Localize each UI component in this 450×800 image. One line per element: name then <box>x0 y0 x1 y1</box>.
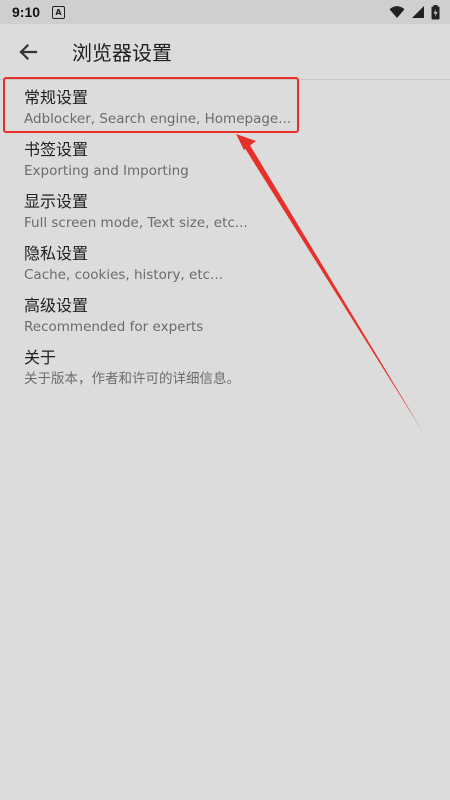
status-icons <box>389 4 440 20</box>
app-bar: 浏览器设置 <box>0 24 450 80</box>
settings-list: 常规设置 Adblocker, Search engine, Homepage.… <box>0 80 450 392</box>
notification-icon: A <box>52 5 66 19</box>
settings-item-title: 常规设置 <box>24 88 89 107</box>
arrow-left-icon <box>19 43 38 60</box>
settings-item-title: 书签设置 <box>24 140 89 159</box>
status-time: 9:10 <box>12 4 41 20</box>
settings-item-summary: Exporting and Importing <box>24 163 189 179</box>
settings-item-general[interactable]: 常规设置 Adblocker, Search engine, Homepage.… <box>0 80 450 132</box>
back-button[interactable] <box>0 24 56 80</box>
settings-item-advanced[interactable]: 高级设置 Recommended for experts <box>0 288 450 340</box>
settings-item-privacy[interactable]: 隐私设置 Cache, cookies, history, etc... <box>0 236 450 288</box>
settings-item-summary: Cache, cookies, history, etc... <box>24 267 223 283</box>
settings-item-about[interactable]: 关于 关于版本，作者和许可的详细信息。 <box>0 340 450 392</box>
settings-item-summary: Recommended for experts <box>24 319 204 335</box>
settings-item-bookmarks[interactable]: 书签设置 Exporting and Importing <box>0 132 450 184</box>
screen: 9:10 A 浏览器设置 常规设置 Adblocker, Search engi… <box>0 0 450 800</box>
settings-item-title: 隐私设置 <box>24 244 89 263</box>
settings-item-title: 高级设置 <box>24 296 89 315</box>
settings-item-display[interactable]: 显示设置 Full screen mode, Text size, etc... <box>0 184 450 236</box>
page-title: 浏览器设置 <box>72 41 172 65</box>
settings-item-summary: Adblocker, Search engine, Homepage... <box>24 111 292 127</box>
settings-item-title: 关于 <box>24 348 57 367</box>
settings-item-summary: Full screen mode, Text size, etc... <box>24 215 248 231</box>
battery-icon <box>431 4 440 19</box>
signal-icon <box>412 6 424 18</box>
wifi-icon <box>389 6 405 18</box>
status-bar: 9:10 A <box>0 0 450 24</box>
settings-item-title: 显示设置 <box>24 192 89 211</box>
settings-item-summary: 关于版本，作者和许可的详细信息。 <box>24 371 240 387</box>
